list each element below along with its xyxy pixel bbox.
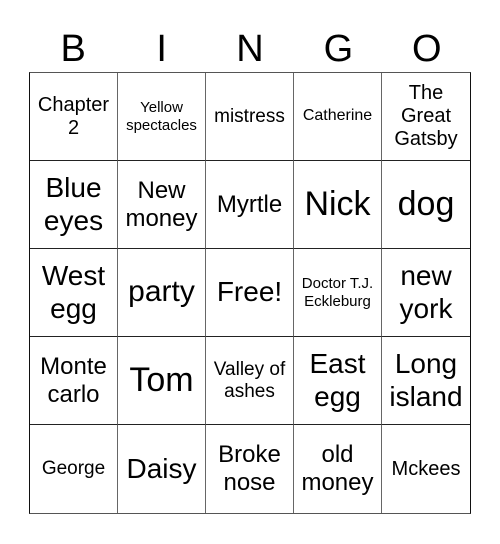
bingo-cell[interactable]: Doctor T.J. Eckleburg (294, 249, 382, 337)
header-letter-n: N (236, 28, 264, 70)
bingo-cell[interactable]: old money (294, 425, 382, 513)
bingo-cell[interactable]: Mckees (382, 425, 470, 513)
header-letter-i: I (156, 28, 167, 70)
header-letter-o: O (412, 28, 442, 70)
bingo-cell[interactable]: George (30, 425, 118, 513)
bingo-cell[interactable]: Daisy (118, 425, 206, 513)
bingo-cell[interactable]: Nick (294, 161, 382, 249)
bingo-cell[interactable]: Tom (118, 337, 206, 425)
bingo-cell[interactable]: new york (382, 249, 470, 337)
header-letter-g: G (323, 28, 354, 70)
bingo-cell[interactable]: Catherine (294, 73, 382, 161)
bingo-cell[interactable]: Long island (382, 337, 470, 425)
bingo-cell[interactable]: New money (118, 161, 206, 249)
header-letter-b: B (60, 28, 86, 70)
bingo-cell[interactable]: party (118, 249, 206, 337)
bingo-cell[interactable]: dog (382, 161, 470, 249)
bingo-grid: Chapter 2 Yellow spectacles mistress Cat… (29, 72, 471, 514)
bingo-cell[interactable]: Monte carlo (30, 337, 118, 425)
bingo-header: B I N G O (29, 26, 471, 72)
bingo-cell[interactable]: Broke nose (206, 425, 294, 513)
bingo-cell[interactable]: The Great Gatsby (382, 73, 470, 161)
free-space[interactable]: Free! (206, 249, 294, 337)
bingo-cell[interactable]: Valley of ashes (206, 337, 294, 425)
bingo-cell[interactable]: Myrtle (206, 161, 294, 249)
bingo-cell[interactable]: Yellow spectacles (118, 73, 206, 161)
bingo-cell[interactable]: Chapter 2 (30, 73, 118, 161)
bingo-cell[interactable]: East egg (294, 337, 382, 425)
bingo-cell[interactable]: West egg (30, 249, 118, 337)
bingo-cell[interactable]: Blue eyes (30, 161, 118, 249)
bingo-cell[interactable]: mistress (206, 73, 294, 161)
